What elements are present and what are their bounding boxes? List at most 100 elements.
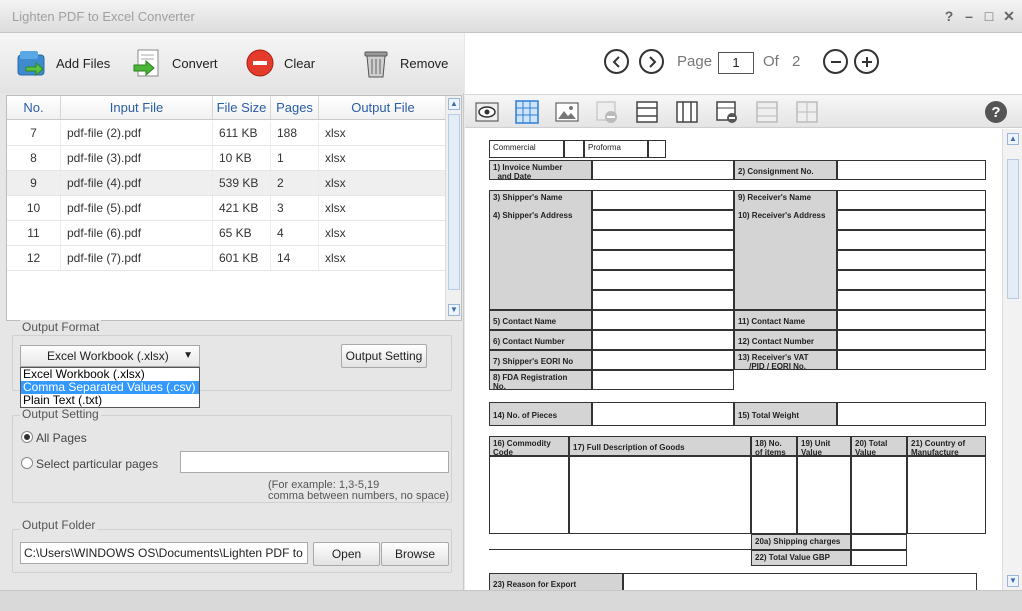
image-icon[interactable] [555,100,579,124]
doc-cell [592,370,734,390]
table-row-selected[interactable]: 9 pdf-file (4).pdf 539 KB 2 xlsx [7,171,447,196]
doc-cell [837,330,986,350]
scroll-thumb[interactable] [448,114,460,290]
remove-region-icon [595,100,619,124]
col-pages[interactable]: Pages [271,96,319,119]
remove-button[interactable]: Remove [360,45,448,81]
scroll-up-icon[interactable]: ▲ [1007,133,1019,145]
delete-line-icon[interactable] [715,100,739,124]
clear-button[interactable]: Clear [244,45,315,81]
doc-cell [797,456,851,534]
file-table[interactable]: No. Input File File Size Pages Output Fi… [6,95,462,321]
cell-pages: 3 [271,196,319,220]
close-button[interactable]: ✕ [1002,8,1016,24]
particular-pages-label: Select particular pages [36,457,159,471]
doc-cell [837,210,986,230]
chevron-right-icon [648,55,656,68]
preview-scrollbar[interactable]: ▲ ▼ [1002,129,1022,591]
open-folder-button[interactable]: Open [313,542,380,566]
col-output-file[interactable]: Output File [319,96,447,119]
table-row[interactable]: 10 pdf-file (5).pdf 421 KB 3 xlsx [7,196,447,221]
doc-cell [837,310,986,330]
output-format-select[interactable]: Excel Workbook (.xlsx) ▼ [20,345,200,367]
cell-output: xlsx [319,196,447,220]
svg-text:?: ? [991,104,1000,121]
doc-f12: 12) Contact Number [734,330,837,350]
preview-panel: Page 1 Of 2 ? Commercial Proforma 1) Inv… [465,33,1022,611]
next-page-button[interactable] [639,49,664,74]
table-grid-icon[interactable] [515,100,539,124]
table-scrollbar[interactable]: ▲ ▼ [445,96,461,320]
minimize-button[interactable]: – [962,8,976,24]
doc-f1-value [592,160,734,180]
maximize-button[interactable]: □ [982,8,996,24]
doc-cell [592,402,734,426]
cell-pages: 2 [271,171,319,195]
output-setting-button[interactable]: Output Setting [341,344,427,368]
doc-f8: 8) FDA Registration No. [489,370,592,391]
doc-cell [592,270,734,290]
doc-cell [592,350,734,370]
output-format-dropdown[interactable]: Excel Workbook (.xlsx) Comma Separated V… [20,367,200,408]
col-input-file[interactable]: Input File [61,96,213,119]
doc-cell [851,534,907,550]
table-row[interactable]: 8 pdf-file (3).pdf 10 KB 1 xlsx [7,146,447,171]
cell-pages: 1 [271,146,319,170]
output-setting-title: Output Setting [20,407,101,421]
scroll-up-icon[interactable]: ▲ [448,98,460,110]
doc-f19: 19) Unit Value [797,436,851,457]
doc-cell [837,230,986,250]
browse-button[interactable]: Browse [381,542,449,566]
convert-label: Convert [172,55,218,71]
doc-cell [489,456,569,534]
scroll-down-icon[interactable]: ▼ [448,304,460,316]
doc-cell [837,290,986,310]
table-row[interactable]: 11 pdf-file (6).pdf 65 KB 4 xlsx [7,221,447,246]
output-folder-input[interactable]: C:\Users\WINDOWS OS\Documents\Lighten PD… [20,542,308,564]
doc-f15: 15) Total Weight [734,402,837,426]
doc-f16: 16) Commodity Code [489,436,569,457]
page-number-input[interactable]: 1 [718,52,754,74]
prev-page-button[interactable] [604,49,629,74]
doc-cell [837,350,986,370]
view-toolbar: ? [465,94,1022,128]
zoom-out-button[interactable] [823,49,848,74]
add-files-button[interactable]: Add Files [16,45,110,81]
doc-cell [592,190,734,210]
title-bar: Lighten PDF to Excel Converter ? – □ ✕ [0,0,1022,33]
table-header: No. Input File File Size Pages Output Fi… [7,96,447,120]
option-txt[interactable]: Plain Text (.txt) [21,394,199,407]
row-layout-icon[interactable] [635,100,659,124]
cell-input: pdf-file (3).pdf [61,146,213,170]
table-row[interactable]: 12 pdf-file (7).pdf 601 KB 14 xlsx [7,246,447,271]
doc-f17: 17) Full Description of Goods [569,436,751,456]
scroll-thumb[interactable] [1007,159,1019,299]
trash-icon [360,47,392,79]
doc-cell [851,550,907,566]
add-files-icon [16,47,48,79]
convert-button[interactable]: Convert [132,45,218,81]
of-label: Of [763,53,779,70]
doc-cell [592,210,734,230]
pdf-preview[interactable]: Commercial Proforma 1) Invoice Number an… [465,129,1001,611]
column-layout-icon[interactable] [675,100,699,124]
main-toolbar: Add Files Convert Clear Remove [0,33,464,93]
col-file-size[interactable]: File Size [213,96,271,119]
window-title: Lighten PDF to Excel Converter [12,9,195,24]
help-button[interactable]: ? [942,8,956,24]
all-pages-label: All Pages [36,431,87,445]
scroll-down-icon[interactable]: ▼ [1007,575,1019,587]
preview-eye-icon[interactable] [475,100,499,124]
chevron-down-icon: ▼ [183,350,193,361]
cell-input: pdf-file (5).pdf [61,196,213,220]
help-icon[interactable]: ? [984,100,1008,124]
cell-output: xlsx [319,146,447,170]
table-row[interactable]: 7 pdf-file (2).pdf 611 KB 188 xlsx [7,121,447,146]
col-no[interactable]: No. [7,96,61,119]
zoom-in-button[interactable] [854,49,879,74]
cell-size: 539 KB [213,171,271,195]
particular-pages-radio[interactable] [21,457,33,469]
pages-input[interactable] [180,451,449,473]
all-pages-radio[interactable] [21,431,33,443]
remove-label: Remove [400,55,449,71]
